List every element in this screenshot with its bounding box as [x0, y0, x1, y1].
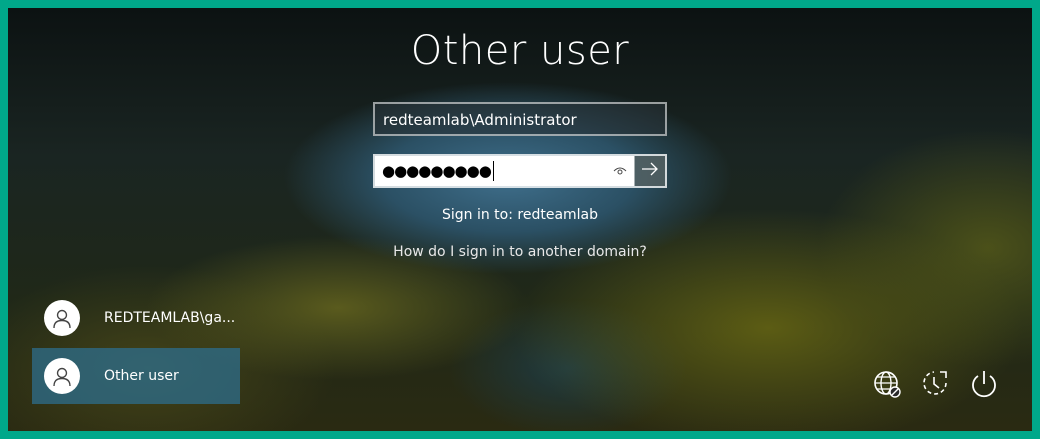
username-field[interactable]: redteamlab\Administrator: [373, 102, 667, 136]
page-title: Other user: [410, 28, 630, 74]
user-avatar-icon: [44, 300, 80, 336]
user-tile-label: Other user: [104, 368, 179, 384]
user-tile-other-user[interactable]: Other user: [32, 348, 240, 404]
text-caret: [492, 161, 494, 181]
submit-button[interactable]: [634, 156, 665, 186]
username-value: redteamlab\Administrator: [383, 111, 577, 129]
domain-help-link[interactable]: How do I sign in to another domain?: [8, 244, 1032, 260]
password-mask: ●●●●●●●●●: [382, 162, 492, 180]
arrow-right-icon: [641, 162, 659, 180]
ease-of-access-icon[interactable]: [918, 367, 952, 401]
password-input[interactable]: ●●●●●●●●●: [375, 156, 634, 186]
eye-icon[interactable]: [612, 164, 628, 178]
password-field[interactable]: ●●●●●●●●●: [373, 154, 667, 188]
user-avatar-icon: [44, 358, 80, 394]
lock-screen: Other user redteamlab\Administrator ●●●●…: [0, 0, 1040, 439]
sign-in-domain-text: Sign in to: redteamlab: [441, 207, 599, 223]
network-globe-icon[interactable]: [870, 367, 904, 401]
power-icon[interactable]: [967, 367, 1001, 401]
user-tile-redteamlab-ga[interactable]: REDTEAMLAB\ga...: [32, 290, 240, 346]
user-tile-label: REDTEAMLAB\ga...: [104, 310, 236, 326]
